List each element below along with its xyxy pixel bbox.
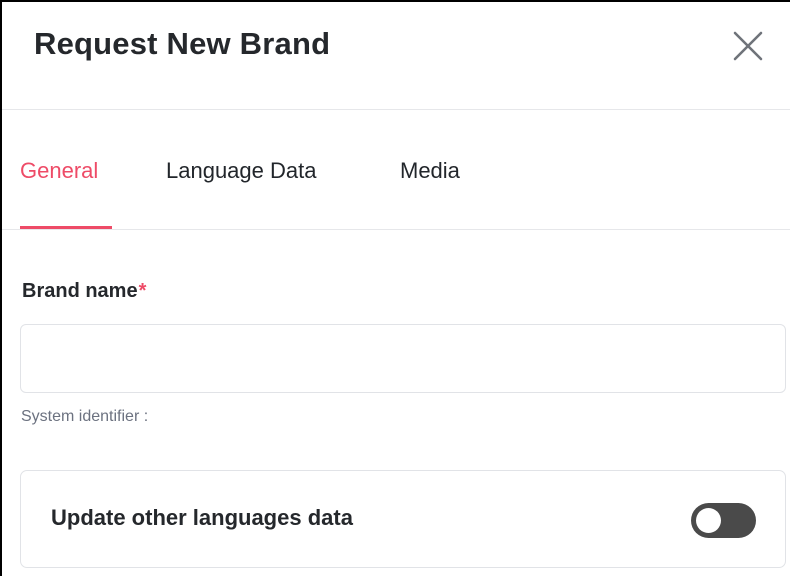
- tab-language-data[interactable]: Language Data: [166, 158, 316, 184]
- update-languages-label: Update other languages data: [51, 505, 353, 530]
- brand-name-input[interactable]: [20, 324, 786, 393]
- update-languages-toggle[interactable]: [691, 503, 756, 538]
- system-identifier-text: System identifier :: [21, 408, 149, 425]
- close-icon[interactable]: [724, 22, 772, 70]
- brand-name-label: Brand name*: [22, 280, 146, 303]
- tab-general[interactable]: General: [20, 158, 98, 184]
- modal-title: Request New Brand: [34, 26, 331, 61]
- active-tab-indicator: [20, 226, 112, 229]
- tab-media[interactable]: Media: [400, 158, 460, 184]
- modal-header: Request New Brand: [2, 2, 790, 110]
- update-languages-card: Update other languages data: [20, 470, 786, 568]
- required-asterisk: *: [138, 280, 147, 302]
- request-brand-modal: Request New Brand General Language Data …: [0, 0, 790, 576]
- tab-bar: General Language Data Media: [2, 110, 790, 230]
- brand-name-label-text: Brand name: [22, 280, 138, 302]
- toggle-knob: [696, 508, 721, 533]
